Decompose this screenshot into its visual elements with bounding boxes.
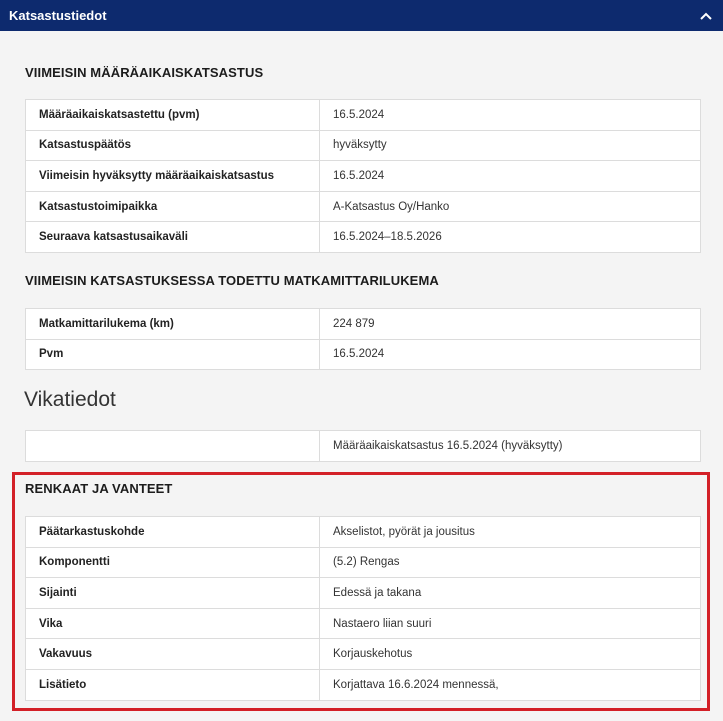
row-label: Sijainti xyxy=(25,577,320,609)
row-label: Katsastuspäätös xyxy=(25,129,320,162)
row-value: 224 879 xyxy=(319,308,701,340)
section-title: Katsastustiedot xyxy=(9,8,107,23)
row-label: Katsastustoimipaikka xyxy=(25,190,320,223)
table-row: Matkamittarilukema (km) 224 879 xyxy=(25,308,701,340)
table-row: Vakavuus Korjauskehotus xyxy=(25,638,701,670)
row-value: 16.5.2024–18.5.2026 xyxy=(319,221,701,253)
row-label: Matkamittarilukema (km) xyxy=(25,308,320,340)
table-row: Määräaikaiskatsastettu (pvm) 16.5.2024 xyxy=(25,99,701,131)
latest-inspection-table: Määräaikaiskatsastettu (pvm) 16.5.2024 Ka… xyxy=(25,99,701,253)
row-label: Pvm xyxy=(25,338,320,371)
table-row: Sijainti Edessä ja takana xyxy=(25,577,701,609)
tyres-heading: RENKAAT JA VANTEET xyxy=(25,481,173,496)
row-value: 16.5.2024 xyxy=(319,338,701,371)
row-value: Nastaero liian suuri xyxy=(319,607,701,640)
odometer-table: Matkamittarilukema (km) 224 879 Pvm 16.5.2… xyxy=(25,308,701,371)
row-label: Viimeisin hyväksytty määräaikaiskatsastu… xyxy=(25,160,320,192)
table-row: Katsastustoimipaikka A-Katsastus Oy/Hanko xyxy=(25,190,701,223)
row-label: Seuraava katsastusaikaväli xyxy=(25,221,320,253)
row-value: (5.2) Rengas xyxy=(319,546,701,579)
row-value: Määräaikaiskatsastus 16.5.2024 (hyväksyt… xyxy=(319,430,701,462)
section-header[interactable]: Katsastustiedot xyxy=(0,0,723,31)
row-value: Edessä ja takana xyxy=(319,577,701,609)
table-row: Pvm 16.5.2024 xyxy=(25,338,701,371)
row-label: Lisätieto xyxy=(25,668,320,701)
table-row: Viimeisin hyväksytty määräaikaiskatsastu… xyxy=(25,160,701,192)
faults-heading: Vikatiedot xyxy=(24,388,116,411)
faults-summary-table: Määräaikaiskatsastus 16.5.2024 (hyväksyt… xyxy=(25,430,701,462)
row-value: hyväksytty xyxy=(319,129,701,162)
row-label: Päätarkastuskohde xyxy=(25,516,320,548)
chevron-up-icon[interactable] xyxy=(699,9,713,23)
table-row: Katsastuspäätös hyväksytty xyxy=(25,129,701,162)
row-label: Vika xyxy=(25,607,320,640)
row-value: 16.5.2024 xyxy=(319,99,701,131)
table-row: Seuraava katsastusaikaväli 16.5.2024–18.5… xyxy=(25,221,701,253)
table-row: Vika Nastaero liian suuri xyxy=(25,607,701,640)
row-label xyxy=(25,430,320,462)
row-value: A-Katsastus Oy/Hanko xyxy=(319,190,701,223)
row-value: Korjauskehotus xyxy=(319,638,701,670)
row-label: Vakavuus xyxy=(25,638,320,670)
table-row: Lisätieto Korjattava 16.6.2024 mennessä, xyxy=(25,668,701,701)
latest-inspection-heading: VIIMEISIN MÄÄRÄAIKAISKATSASTUS xyxy=(25,65,264,80)
row-value: Korjattava 16.6.2024 mennessä, xyxy=(319,668,701,701)
odometer-heading: VIIMEISIN KATSASTUKSESSA TODETTU MATKAMI… xyxy=(25,273,439,288)
row-value: Akselistot, pyörät ja jousitus xyxy=(319,516,701,548)
table-row: Määräaikaiskatsastus 16.5.2024 (hyväksyt… xyxy=(25,430,701,462)
row-value: 16.5.2024 xyxy=(319,160,701,192)
row-label: Määräaikaiskatsastettu (pvm) xyxy=(25,99,320,131)
row-label: Komponentti xyxy=(25,546,320,579)
tyres-table: Päätarkastuskohde Akselistot, pyörät ja j… xyxy=(25,516,701,701)
table-row: Komponentti (5.2) Rengas xyxy=(25,546,701,579)
table-row: Päätarkastuskohde Akselistot, pyörät ja j… xyxy=(25,516,701,548)
